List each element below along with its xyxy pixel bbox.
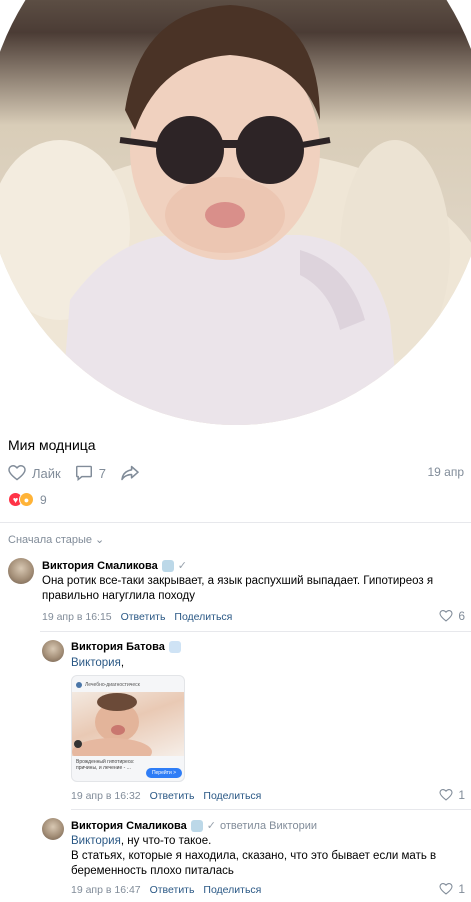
comment-like-button[interactable]: 1 <box>439 788 465 802</box>
link-attachment[interactable]: Лечебно-диагностическ Врожденный гипотир… <box>71 675 185 782</box>
open-link-button[interactable]: Перейти > <box>146 768 182 778</box>
attachment-site: Лечебно-диагностическ <box>76 680 156 689</box>
reactions-summary[interactable]: ♥ ● 9 <box>8 492 47 507</box>
post-photo[interactable] <box>0 0 471 425</box>
comment-separator <box>71 809 471 810</box>
post-date: 19 апр <box>427 465 464 479</box>
comment-time[interactable]: 19 апр в 16:47 <box>71 884 141 896</box>
mention-link[interactable]: Виктория <box>71 657 121 669</box>
post-title: Мия модница <box>8 437 96 453</box>
share-link[interactable]: Поделиться <box>203 884 261 896</box>
verified-check-icon: ✓ <box>177 560 187 572</box>
comment-author[interactable]: Виктория Смаликова ✓ ответила Виктории <box>71 819 317 832</box>
comment-like-button[interactable]: 6 <box>439 609 465 623</box>
comments-count: 7 <box>98 465 106 481</box>
attachment-image <box>72 692 184 766</box>
avatar[interactable] <box>8 558 34 584</box>
heart-icon <box>439 789 453 801</box>
heart-icon <box>439 883 453 895</box>
status-emoji-icon <box>190 819 203 832</box>
comment-meta: 19 апр в 16:47 Ответить Поделиться <box>71 884 261 896</box>
wow-reaction-icon: ● <box>19 492 34 507</box>
divider <box>0 522 471 523</box>
comment-likes-count: 6 <box>458 609 465 623</box>
comment-time[interactable]: 19 апр в 16:32 <box>71 790 141 802</box>
attachment-caption: Врожденный гипотиреоз: причины, и лечени… <box>76 759 135 771</box>
replied-to-label[interactable]: ответила Виктории <box>220 820 317 832</box>
status-emoji-icon <box>161 559 174 572</box>
comment-author[interactable]: Виктория Батова <box>71 641 181 653</box>
photo-circle-crop <box>0 0 471 425</box>
comments-sort-dropdown[interactable]: Сначала старые ⌄ <box>8 533 105 547</box>
comment-author[interactable]: Виктория Смаликова ✓ <box>42 559 187 572</box>
chevron-down-icon: ⌄ <box>95 534 105 546</box>
reactions-count: 9 <box>40 492 47 507</box>
post-actions: Лайк 7 <box>8 463 154 483</box>
comment-text: Виктория, ну что-то такое. В статьях, ко… <box>71 835 437 877</box>
share-icon <box>121 465 139 481</box>
comment-icon <box>75 465 92 481</box>
avatar[interactable] <box>42 640 64 662</box>
verified-check-icon: ✓ <box>206 820 216 832</box>
heart-icon <box>8 465 26 481</box>
sort-label: Сначала старые <box>8 533 93 546</box>
site-icon <box>76 681 82 688</box>
reply-link[interactable]: Ответить <box>150 884 195 896</box>
comment-time[interactable]: 19 апр в 16:15 <box>42 611 112 623</box>
comments-button[interactable]: 7 <box>75 465 106 481</box>
heart-icon <box>439 610 453 622</box>
reply-link[interactable]: Ответить <box>121 611 166 623</box>
share-link[interactable]: Поделиться <box>203 790 261 802</box>
like-label: Лайк <box>32 465 61 481</box>
comment-meta: 19 апр в 16:32 Ответить Поделиться <box>71 790 261 802</box>
baby-photo-illustration <box>0 5 471 425</box>
comment-text: Она ротик все-таки закрывает, а язык рас… <box>42 575 434 602</box>
reply-link[interactable]: Ответить <box>150 790 195 802</box>
comment-like-button[interactable]: 1 <box>439 882 465 896</box>
comment-text: Виктория, <box>71 657 125 669</box>
comment-likes-count: 1 <box>458 788 465 802</box>
share-button[interactable] <box>120 465 140 481</box>
baby-thumbnail <box>72 693 152 766</box>
status-emoji-icon <box>168 641 181 653</box>
comment-meta: 19 апр в 16:15 Ответить Поделиться <box>42 611 232 623</box>
mention-link[interactable]: Виктория <box>71 835 121 847</box>
comment-likes-count: 1 <box>458 882 465 896</box>
like-button[interactable]: Лайк <box>8 465 61 481</box>
share-link[interactable]: Поделиться <box>174 611 232 623</box>
comment-separator <box>40 631 471 632</box>
avatar[interactable] <box>42 818 64 840</box>
